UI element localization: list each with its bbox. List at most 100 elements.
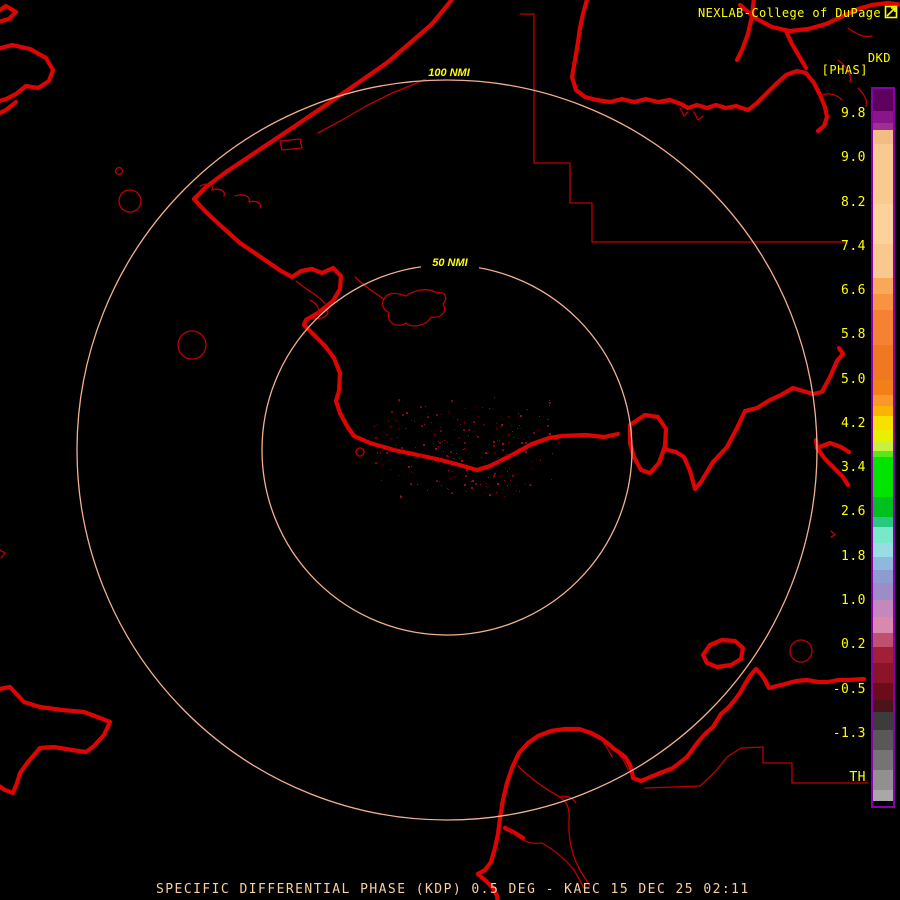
radar-echo-pixel <box>412 472 413 473</box>
radar-echo-pixel <box>519 425 520 426</box>
radar-echo-pixel <box>374 426 375 427</box>
radar-echo-pixel <box>398 428 399 429</box>
radar-echo-pixel <box>432 461 433 462</box>
colorbar-segment <box>873 527 893 543</box>
status-bar-text: SPECIFIC DIFFERENTIAL PHASE (KDP) 0.5 DE… <box>156 882 750 897</box>
radar-echo-pixel <box>500 476 501 477</box>
radar-echo-pixel <box>454 429 455 430</box>
radar-echo-pixel <box>505 443 506 444</box>
radar-echo-pixel <box>501 425 502 426</box>
colorbar-tick-label: -0.5 <box>832 681 866 697</box>
colorbar-segment <box>873 406 893 416</box>
radar-echo-pixel <box>478 416 479 417</box>
radar-echo-pixel <box>513 437 514 438</box>
radar-echo-pixel <box>482 407 483 408</box>
radar-echo-pixel <box>439 442 441 444</box>
radar-echo-pixel <box>390 426 391 427</box>
radar-echo-pixel <box>539 416 540 417</box>
colorbar-segment <box>873 663 893 683</box>
radar-echo-pixel <box>518 413 519 414</box>
radar-echo-pixel <box>497 483 499 485</box>
radar-echo-pixel <box>517 428 518 429</box>
radar-echo-pixel <box>423 444 425 446</box>
radar-echo-pixel <box>453 453 454 454</box>
radar-echo-pixel <box>489 494 491 496</box>
radar-echo-pixel <box>533 432 535 434</box>
radar-echo-pixel <box>411 466 412 467</box>
radar-echo-pixel <box>454 459 455 460</box>
radar-echo-pixel <box>444 440 445 441</box>
colorbar-tick-label: 4.2 <box>841 415 866 431</box>
radar-echo-pixel <box>417 484 418 485</box>
brand-text: NEXLAB-College of DuPage <box>698 6 881 20</box>
radar-echo-pixel <box>451 444 452 445</box>
radar-echo-pixel <box>415 447 416 448</box>
colorbar-tick-label: 0.2 <box>841 637 866 653</box>
radar-echo-pixel <box>443 451 444 452</box>
colorbar-segment <box>873 204 893 244</box>
radar-echo-pixel <box>512 475 514 477</box>
colorbar-segment <box>873 497 893 517</box>
colorbar-tick-label: 8.2 <box>841 194 866 210</box>
radar-echo-pixel <box>488 477 489 478</box>
radar-echo-pixel <box>390 438 391 439</box>
radar-echo-pixel <box>406 412 408 414</box>
colorbar-segment <box>873 543 893 557</box>
radar-echo-pixel <box>438 441 439 442</box>
radar-echo-pixel <box>521 442 523 444</box>
radar-echo-pixel <box>493 441 495 443</box>
radar-echo-pixel <box>375 437 377 439</box>
range-ring-label-50nmi: 50 NMI <box>421 257 479 269</box>
radar-echo-pixel <box>468 435 469 436</box>
radar-echo-pixel <box>487 453 488 454</box>
window-arrow-icon <box>884 5 898 19</box>
colorbar-tick-label: TH <box>849 770 866 786</box>
radar-echo-pixel <box>457 419 458 420</box>
radar-echo-pixel <box>517 438 518 439</box>
radar-echo-pixel <box>525 442 527 444</box>
colorbar-segment <box>873 801 893 806</box>
radar-echo-pixel <box>464 484 466 486</box>
radar-echo-pixel <box>459 458 460 459</box>
radar-echo-pixel <box>434 434 435 435</box>
radar-echo-pixel <box>504 496 505 497</box>
radar-echo-pixel <box>459 437 460 438</box>
radar-echo-pixel <box>458 438 459 439</box>
colorbar-segment <box>873 310 893 345</box>
radar-echo-pixel <box>484 424 485 425</box>
radar-echo-pixel <box>493 475 495 477</box>
radar-echo-pixel <box>425 406 426 407</box>
colorbar-segment <box>873 557 893 570</box>
radar-echo-pixel <box>470 457 471 458</box>
radar-echo-pixel <box>439 458 440 459</box>
radar-echo-pixel <box>448 412 449 413</box>
radar-echo-pixel <box>505 481 506 482</box>
colorbar-segment <box>873 583 893 600</box>
colorbar-segment <box>873 278 893 294</box>
radar-echo-pixel <box>508 416 509 417</box>
radar-echo-pixel <box>456 453 457 454</box>
radar-echo-pixel <box>473 464 474 465</box>
radar-echo-pixel <box>380 452 381 453</box>
radar-echo-pixel <box>471 481 472 482</box>
colorbar-segment <box>873 111 893 123</box>
colorbar-segment <box>873 790 893 801</box>
radar-echo-pixel <box>382 464 383 465</box>
radar-echo-pixel <box>452 471 453 472</box>
radar-echo-pixel <box>525 483 526 484</box>
colorbar-segment <box>873 647 893 663</box>
radar-echo-pixel <box>442 441 443 442</box>
radar-echo-pixel <box>549 405 550 406</box>
radar-echo-pixel <box>448 489 449 490</box>
radar-echo-pixel <box>441 465 442 466</box>
colorbar-segment <box>873 770 893 790</box>
radar-echo-pixel <box>500 426 501 427</box>
colorbar-segment <box>873 700 893 712</box>
radar-echo-pixel <box>447 442 448 443</box>
radar-echo-pixel <box>463 449 464 450</box>
radar-echo-pixel <box>509 459 510 460</box>
colorbar-segment <box>873 600 893 617</box>
radar-echo-pixel <box>498 457 499 458</box>
colorbar-tick-label: 2.6 <box>841 504 866 520</box>
radar-echo-pixel <box>388 421 389 422</box>
